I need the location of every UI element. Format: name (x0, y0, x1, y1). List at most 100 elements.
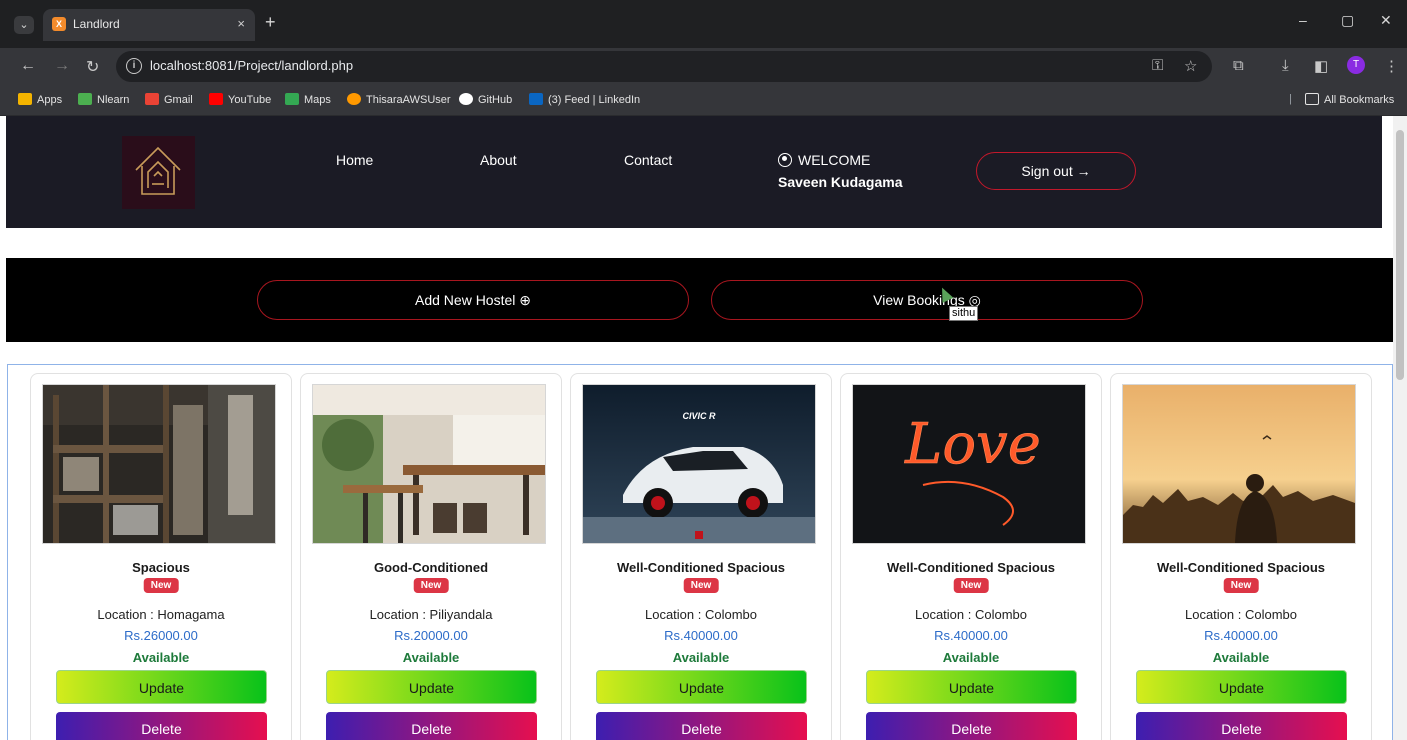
delete-button[interactable]: Delete (596, 712, 807, 740)
nlearn-icon (78, 93, 92, 105)
url-text[interactable]: localhost:8081/Project/landlord.php (150, 58, 353, 73)
delete-button[interactable]: Delete (326, 712, 537, 740)
tab-title: Landlord (73, 17, 120, 31)
house-logo-icon[interactable] (122, 136, 195, 209)
scrollbar-thumb[interactable] (1396, 130, 1404, 380)
hostel-card: Spacious New Location : Homagama Rs.2600… (30, 373, 292, 740)
bookmarks-bar: Apps Nlearn Gmail YouTube Maps ThisaraAW… (0, 86, 1407, 116)
welcome-label: WELCOME (778, 152, 870, 168)
hostel-title: Good-Conditioned (373, 560, 489, 575)
hostel-title: Well-Conditioned Spacious (1156, 560, 1326, 575)
update-button[interactable]: Update (596, 670, 807, 704)
all-bookmarks[interactable]: All Bookmarks (1305, 93, 1394, 106)
bookmark-star-icon[interactable]: ☆ (1184, 57, 1197, 75)
youtube-icon (209, 93, 223, 105)
back-arrow-icon[interactable]: ← (20, 57, 36, 75)
maps-icon (285, 93, 299, 105)
hostel-price: Rs.20000.00 (394, 628, 468, 643)
window-close-button[interactable]: ✕ (1380, 12, 1392, 29)
hostel-price: Rs.40000.00 (664, 628, 738, 643)
address-bar[interactable]: i localhost:8081/Project/landlord.php ⚿ … (116, 51, 1212, 82)
update-button[interactable]: Update (866, 670, 1077, 704)
new-badge: New (683, 578, 719, 593)
side-panel-icon[interactable]: ◧ (1314, 57, 1328, 75)
hostel-title: Well-Conditioned Spacious (616, 560, 786, 575)
hostel-image: Love (852, 384, 1086, 544)
car-label-text: CIVIC R (682, 411, 716, 421)
bookmarks-divider: | (1289, 93, 1292, 105)
hostel-card: CIVIC R Well-Conditioned Spacious New Lo… (570, 373, 832, 740)
new-tab-button[interactable]: + (265, 12, 276, 33)
hostel-status: Available (672, 650, 730, 665)
hostel-location: Location : Colombo (1184, 607, 1297, 622)
sign-out-button[interactable]: Sign out → (976, 152, 1136, 190)
delete-button[interactable]: Delete (1136, 712, 1347, 740)
folder-icon (1305, 93, 1319, 105)
delete-button[interactable]: Delete (56, 712, 267, 740)
browser-tab[interactable]: X Landlord × (43, 9, 255, 41)
action-bar: Add New Hostel ⊕ View Bookings ◎ sithu (6, 258, 1393, 342)
profile-avatar[interactable]: T (1347, 56, 1365, 74)
download-icon[interactable]: ⤓ (1282, 57, 1289, 74)
menu-kebab-icon[interactable]: ⋮ (1384, 57, 1399, 75)
browser-toolbar: ← → ↻ i localhost:8081/Project/landlord.… (0, 48, 1407, 86)
hostel-location: Location : Piliyandala (369, 607, 493, 622)
minimize-button[interactable]: – (1299, 12, 1307, 28)
tab-close-icon[interactable]: × (237, 16, 245, 31)
bookmark-linkedin[interactable]: (3) Feed | LinkedIn (529, 93, 640, 106)
bookmark-aws[interactable]: ThisaraAWSUser (347, 93, 451, 106)
new-badge: New (1223, 578, 1259, 593)
site-info-icon[interactable]: i (126, 58, 142, 74)
restore-button[interactable]: ▢ (1341, 12, 1354, 29)
add-new-hostel-button[interactable]: Add New Hostel ⊕ (257, 280, 689, 320)
user-name: Saveen Kudagama (778, 174, 903, 190)
site-header: Home About Contact WELCOME Saveen Kudaga… (6, 116, 1382, 228)
bookmark-gmail[interactable]: Gmail (145, 93, 193, 106)
hostel-card: Love Well-Conditioned Spacious New Locat… (840, 373, 1102, 740)
hostel-card: Well-Conditioned Spacious New Location :… (1110, 373, 1372, 740)
bookmark-youtube[interactable]: YouTube (209, 93, 271, 106)
forward-arrow-icon[interactable]: → (54, 57, 70, 75)
extensions-puzzle-icon[interactable]: ⧉ (1233, 57, 1244, 74)
hostel-image (1122, 384, 1356, 544)
hostel-location: Location : Colombo (644, 607, 757, 622)
hostel-image (42, 384, 276, 544)
hostel-price: Rs.26000.00 (124, 628, 198, 643)
new-badge: New (143, 578, 179, 593)
hostel-image (312, 384, 546, 544)
page-scrollbar[interactable] (1393, 116, 1407, 740)
delete-button[interactable]: Delete (866, 712, 1077, 740)
nav-about-link[interactable]: About (480, 152, 517, 168)
aws-icon (347, 93, 361, 105)
xampp-favicon-icon: X (52, 17, 66, 31)
user-circle-icon (778, 153, 792, 167)
browser-tab-bar: ⌄ X Landlord × + – ▢ ✕ (0, 0, 1407, 48)
new-badge: New (953, 578, 989, 593)
nav-contact-link[interactable]: Contact (624, 152, 672, 168)
view-bookings-button[interactable]: View Bookings ◎ (711, 280, 1143, 320)
password-key-icon[interactable]: ⚿ (1152, 57, 1163, 74)
hostel-grid: Spacious New Location : Homagama Rs.2600… (7, 364, 1393, 740)
hostel-price: Rs.40000.00 (1204, 628, 1278, 643)
hostel-location: Location : Colombo (914, 607, 1027, 622)
bookmark-maps[interactable]: Maps (285, 93, 331, 106)
cursor-tooltip: sithu (949, 306, 979, 321)
bookmark-nlearn[interactable]: Nlearn (78, 93, 129, 106)
update-button[interactable]: Update (56, 670, 267, 704)
love-neon-text: Love (904, 412, 1041, 477)
new-badge: New (413, 578, 449, 593)
reload-icon[interactable]: ↻ (86, 57, 99, 77)
page-content: Home About Contact WELCOME Saveen Kudaga… (0, 116, 1393, 740)
apps-grid-icon (18, 93, 32, 105)
hostel-image: CIVIC R (582, 384, 816, 544)
hostel-title: Well-Conditioned Spacious (886, 560, 1056, 575)
update-button[interactable]: Update (326, 670, 537, 704)
linkedin-icon (529, 93, 543, 105)
update-button[interactable]: Update (1136, 670, 1347, 704)
nav-home-link[interactable]: Home (336, 152, 373, 168)
bookmark-github[interactable]: GitHub (459, 93, 512, 106)
bookmark-apps[interactable]: Apps (18, 93, 62, 106)
tab-search-button[interactable]: ⌄ (14, 16, 34, 34)
hostel-price: Rs.40000.00 (934, 628, 1008, 643)
hostel-status: Available (942, 650, 1000, 665)
